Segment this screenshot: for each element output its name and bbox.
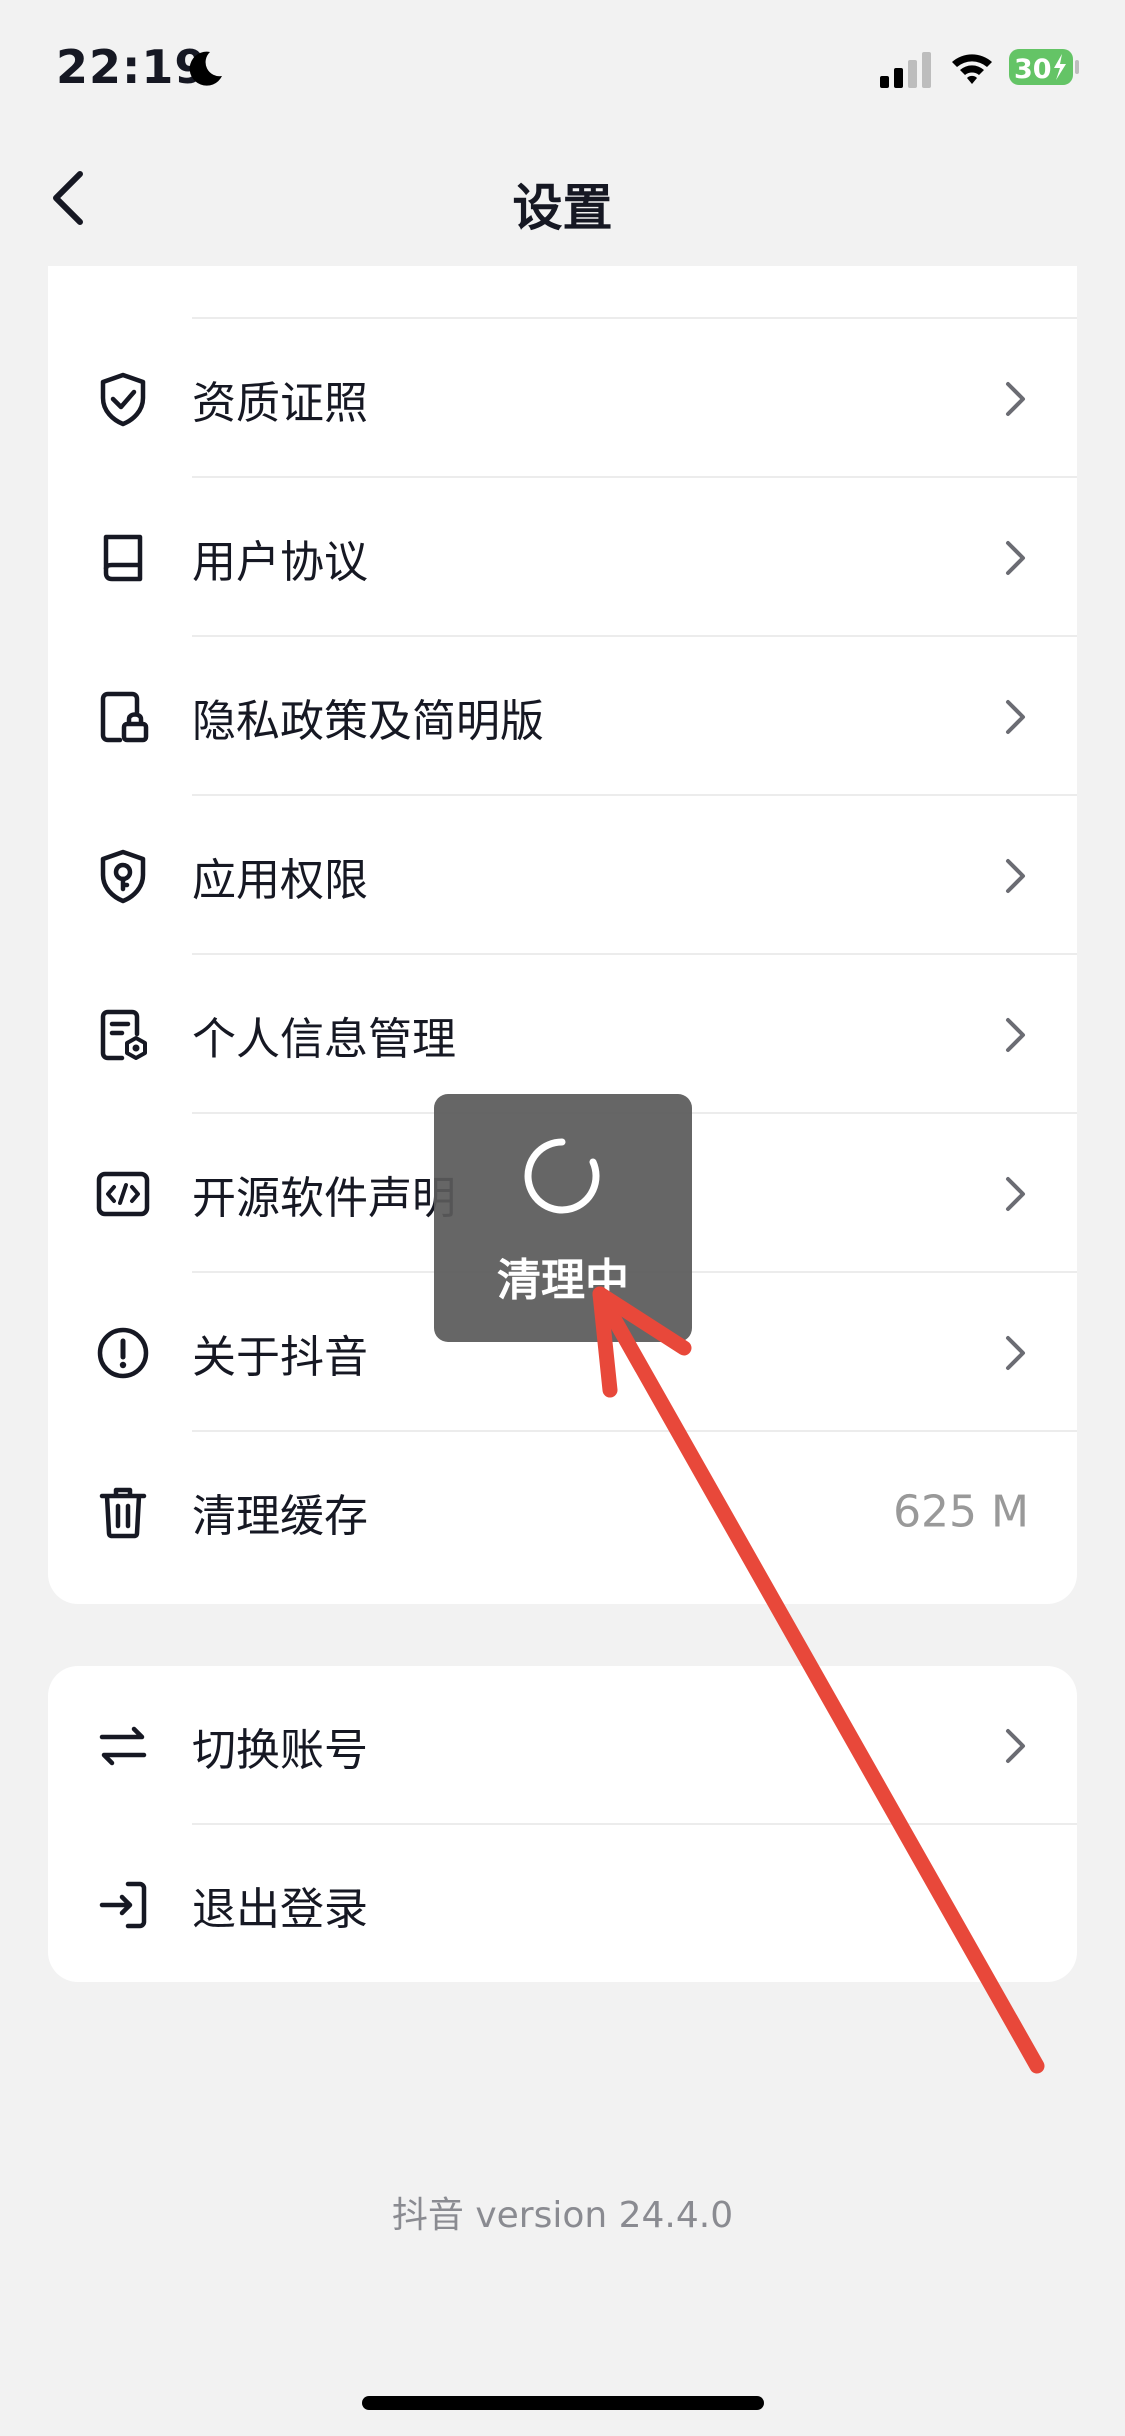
cache-size-value: 625 M [893,1486,1029,1537]
switch-arrows-icon [99,1726,147,1765]
moon-icon [189,51,222,86]
settings-item-label: 资质证照 [192,377,368,429]
home-indicator [362,2396,764,2410]
chevron-right-icon [1006,699,1025,734]
settings-item-user-agreement[interactable]: 用户协议 [48,478,1077,637]
chevron-right-icon [1006,540,1025,575]
settings-item-privacy-policy[interactable]: 隐私政策及简明版 [48,637,1077,796]
shield-check-icon [100,372,146,426]
trash-icon [99,1487,147,1538]
settings-item-qualifications[interactable]: 资质证照 [48,319,1077,478]
spinner-icon [524,1138,600,1214]
loading-toast: 清理中 [434,1094,692,1342]
account-item-label: 切换账号 [192,1724,368,1776]
toast-text: 清理中 [497,1255,629,1306]
battery-icon: 30 [1009,49,1079,85]
logout-icon [99,1881,147,1928]
settings-item-label: 应用权限 [192,854,368,906]
status-bar: 22:19 30 [0,0,1125,130]
page-title: 设置 [512,179,613,237]
signal-icon [880,52,931,88]
shield-key-icon [100,849,146,903]
settings-item-label: 清理缓存 [192,1490,368,1542]
chevron-right-icon [1006,1017,1025,1052]
book-icon [103,534,143,581]
document-gear-icon [100,1009,147,1060]
version-text: 抖音 version 24.4.0 [391,2195,734,2236]
settings-item-app-permissions[interactable]: 应用权限 [48,796,1077,955]
account-item-switch[interactable]: 切换账号 [48,1666,1077,1825]
chevron-right-icon [1006,1176,1025,1211]
settings-item-clear-cache[interactable]: 清理缓存 625 M [48,1432,1077,1591]
account-item-logout[interactable]: 退出登录 [48,1825,1077,1982]
settings-item-label: 用户协议 [192,536,368,588]
settings-list: 抖音规则中心 资质证照 用户协议 隐私政策及简明版 [48,240,1077,1604]
account-item-label: 退出登录 [192,1883,368,1935]
account-list: 切换账号 退出登录 [48,1666,1077,1982]
chevron-right-icon [1006,1728,1025,1763]
info-circle-icon [97,1327,149,1378]
document-lock-icon [100,691,149,742]
settings-item-label: 开源软件声明 [192,1172,456,1224]
wifi-icon [952,54,992,84]
chevron-right-icon [1006,858,1025,893]
battery-level: 30 [1014,54,1052,85]
code-icon [96,1171,150,1216]
nav-bar: 设置 [0,130,1125,266]
settings-item-personal-info[interactable]: 个人信息管理 [48,955,1077,1114]
status-time: 22:19 [56,40,208,94]
settings-item-label: 个人信息管理 [192,1013,456,1065]
settings-item-label: 隐私政策及简明版 [192,695,544,747]
chevron-right-icon [1006,1335,1025,1370]
chevron-right-icon [1006,381,1025,416]
settings-item-label: 关于抖音 [192,1331,368,1383]
